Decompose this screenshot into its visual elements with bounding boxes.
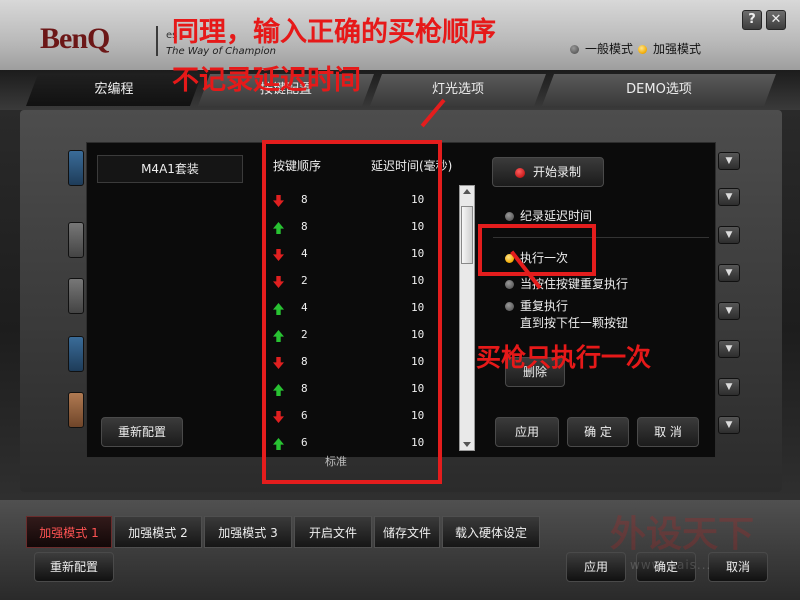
- scroll-up-icon[interactable]: [463, 189, 471, 194]
- reset-config-button[interactable]: 重新配置: [34, 552, 114, 582]
- profile-tab-3[interactable]: 加强模式 3: [204, 516, 292, 548]
- profile-tab-label: 加强模式: [128, 526, 177, 540]
- chevron-down-icon[interactable]: ▼: [718, 302, 740, 320]
- list-scrollbar[interactable]: [459, 185, 475, 451]
- help-button[interactable]: ?: [742, 10, 762, 30]
- repeat-until-key-label: 重复执行: [520, 299, 569, 313]
- repeat-until-key-option[interactable]: 重复执行 直到按下任一颗按钮: [505, 297, 628, 331]
- record-delay-label: 纪录延迟时间: [520, 209, 593, 223]
- reset-macro-button[interactable]: 重新配置: [101, 417, 183, 447]
- profile-tab-label: 加强模式: [39, 526, 88, 540]
- site-watermark: 外设天下: [610, 514, 755, 555]
- radio-off-icon: [570, 45, 579, 54]
- site-watermark-url: www.wais...: [630, 558, 712, 572]
- dialog-ok-button[interactable]: 确 定: [567, 417, 629, 447]
- annotation-title: 同理，输入正确的买枪顺序: [172, 17, 496, 48]
- mode-enhanced[interactable]: 加强模式: [638, 40, 701, 56]
- dialog-cancel-button[interactable]: 取 消: [637, 417, 699, 447]
- start-record-label: 开始录制: [532, 165, 581, 179]
- macro-preset-name[interactable]: M4A1套装: [97, 155, 243, 183]
- repeat-until-key-label-2: 直到按下任一颗按钮: [520, 316, 629, 330]
- tab-lighting[interactable]: 灯光选项: [370, 74, 546, 106]
- chevron-down-icon[interactable]: ▼: [718, 264, 740, 282]
- annotation-subtitle: 不记录延迟时间: [172, 65, 361, 96]
- profile-tab-number: 3: [270, 526, 278, 540]
- tab-macro-label: 宏编程: [94, 82, 134, 97]
- profile-tab-number: 1: [91, 526, 99, 540]
- chevron-down-icon[interactable]: ▼: [718, 188, 740, 206]
- key-slot-thumb[interactable]: [68, 336, 84, 372]
- tab-lighting-label: 灯光选项: [431, 82, 484, 97]
- help-icon: ?: [748, 12, 756, 27]
- key-slot-thumb[interactable]: [68, 150, 84, 186]
- chevron-down-icon[interactable]: ▼: [718, 152, 740, 170]
- profile-tab-label: 加强模式: [218, 526, 267, 540]
- save-file-button[interactable]: 储存文件: [374, 516, 440, 548]
- chevron-down-icon[interactable]: ▼: [718, 226, 740, 244]
- tab-demo-label: DEMO选项: [626, 82, 692, 97]
- annotation-note: 买枪只执行一次: [476, 343, 652, 372]
- chevron-down-icon[interactable]: ▼: [718, 340, 740, 358]
- radio-off-icon: [505, 212, 514, 221]
- open-file-button[interactable]: 开启文件: [294, 516, 372, 548]
- scroll-down-icon[interactable]: [463, 442, 471, 447]
- annotation-highlight-option: [478, 224, 596, 276]
- dialog-apply-button[interactable]: 应用: [495, 417, 559, 447]
- close-icon: ✕: [770, 12, 782, 27]
- repeat-while-held-option[interactable]: 当按住按键重复执行: [505, 275, 628, 292]
- annotation-highlight-list: [262, 140, 442, 484]
- chevron-down-icon[interactable]: ▼: [718, 378, 740, 396]
- close-button[interactable]: ✕: [766, 10, 786, 30]
- key-slot-thumb[interactable]: [68, 222, 84, 258]
- main-tab-bar: 宏编程 按键配置 灯光选项 DEMO选项: [0, 70, 800, 110]
- chevron-down-icon[interactable]: ▼: [718, 416, 740, 434]
- mode-enhanced-label: 加强模式: [653, 42, 702, 56]
- record-delay-option[interactable]: 纪录延迟时间: [505, 207, 592, 224]
- app-window: BenQ es The Way of Champion 一般模式 加强模式 ? …: [0, 0, 800, 600]
- profile-tab-number: 2: [180, 526, 188, 540]
- radio-off-icon: [505, 280, 514, 289]
- key-slot-thumb[interactable]: [68, 392, 84, 428]
- record-icon: [514, 167, 525, 178]
- logo-divider: [156, 26, 158, 56]
- mode-normal-label: 一般模式: [585, 42, 634, 56]
- start-record-button[interactable]: 开始录制: [492, 157, 604, 187]
- scroll-thumb[interactable]: [461, 206, 473, 264]
- profile-tab-2[interactable]: 加强模式 2: [114, 516, 202, 548]
- tab-demo[interactable]: DEMO选项: [542, 74, 776, 106]
- load-hardware-button[interactable]: 载入硬体设定: [442, 516, 540, 548]
- profile-tab-1[interactable]: 加强模式 1: [26, 516, 112, 548]
- radio-on-icon: [638, 45, 647, 54]
- radio-off-icon: [505, 302, 514, 311]
- brand-logo: BenQ: [40, 22, 110, 55]
- mode-normal[interactable]: 一般模式: [570, 40, 633, 56]
- key-slot-thumb[interactable]: [68, 278, 84, 314]
